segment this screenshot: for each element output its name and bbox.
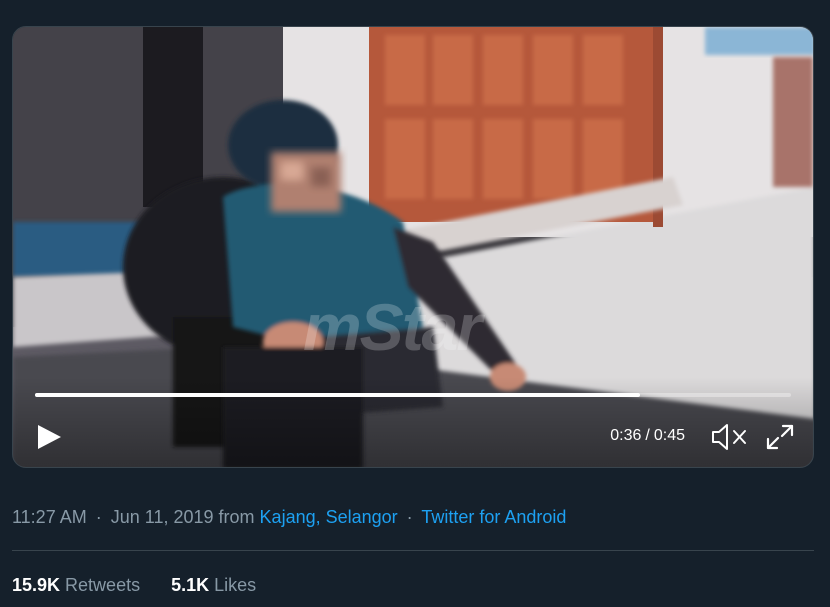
mute-button[interactable] [709, 420, 749, 454]
expand-icon [766, 424, 794, 450]
play-icon [38, 425, 61, 449]
time-separator: / [645, 427, 650, 444]
retweets-count: 15.9K [12, 575, 61, 595]
time-display: 0:36/0:45 [573, 427, 685, 445]
fullscreen-button[interactable] [762, 420, 798, 454]
likes-label: Likes [214, 575, 257, 595]
location-link[interactable]: Kajang, Selangor [260, 507, 398, 527]
retweets-stat[interactable]: 15.9K Retweets [12, 575, 140, 596]
controls-overlay [13, 377, 813, 467]
tweet-date[interactable]: Jun 11, 2019 [111, 507, 214, 527]
tweet-metadata: 11:27 AM · Jun 11, 2019 from Kajang, Sel… [12, 507, 566, 528]
video-player[interactable]: mStar 0:36/0:45 [12, 26, 814, 468]
engagement-stats: 15.9K Retweets 5.1K Likes [12, 575, 282, 596]
tweet-time[interactable]: 11:27 AM [12, 507, 87, 527]
watermark: mStar [303, 290, 482, 364]
duration: 0:45 [653, 427, 685, 444]
from-label: from [218, 507, 255, 527]
progress-bar[interactable] [35, 393, 791, 397]
likes-count: 5.1K [171, 575, 210, 595]
progress-fill [35, 393, 640, 397]
play-button[interactable] [33, 419, 65, 455]
likes-stat[interactable]: 5.1K Likes [171, 575, 256, 596]
speaker-muted-icon [712, 424, 746, 450]
elapsed-time: 0:36 [610, 427, 642, 444]
tweet-page: mStar 0:36/0:45 11:27 AM · Jun 11, 2019 … [0, 0, 830, 607]
divider [12, 550, 814, 551]
meta-separator-2: · [406, 507, 413, 527]
meta-separator: · [95, 507, 102, 527]
source-link[interactable]: Twitter for Android [421, 507, 566, 527]
retweets-label: Retweets [65, 575, 141, 595]
